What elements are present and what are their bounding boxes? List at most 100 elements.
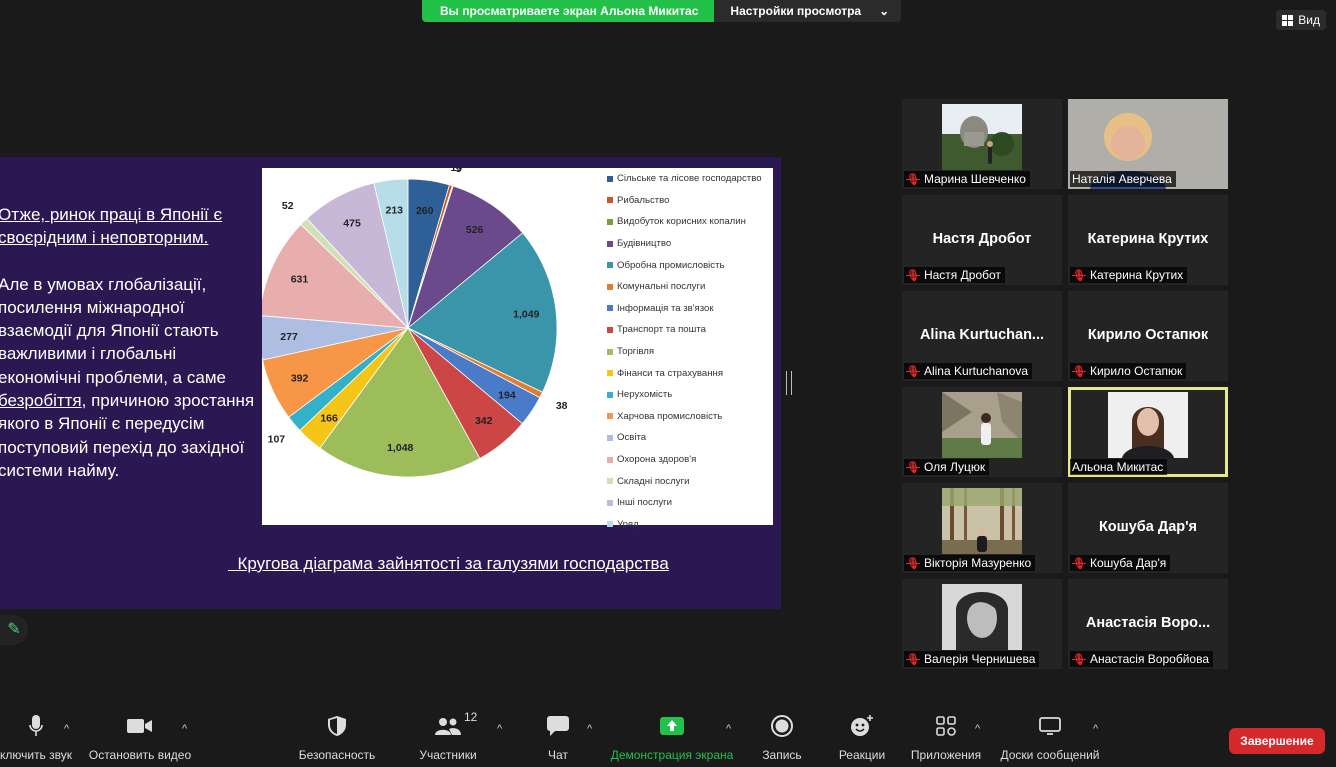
mic-muted-icon: 🎙︎ (1072, 653, 1086, 666)
legend-item: Інші послуги (607, 492, 773, 514)
participant-tile[interactable]: Альона Микитас (1068, 387, 1228, 477)
participant-tile[interactable]: 🎙︎ Оля Луцюк (902, 387, 1062, 477)
legend-swatch (607, 240, 613, 247)
screen-share-banner: Вы просматриваете экран Альона Микитас Н… (422, 0, 902, 22)
mic-muted-icon: 🎙︎ (906, 365, 920, 378)
split-view-handle[interactable] (786, 371, 792, 395)
share-options-caret[interactable]: ^ (726, 723, 731, 735)
legend-item: Освіта (607, 427, 773, 449)
legend-item: Охорона здоров'я (607, 449, 773, 471)
view-settings-label: Настройки просмотра (730, 4, 862, 18)
legend-label: Харчова промисловість (617, 410, 723, 422)
chat-bubble-icon (538, 712, 578, 740)
unmute-button[interactable]: ключить звук (0, 712, 80, 762)
participant-name: Кирило Остапюк (1089, 364, 1183, 378)
legend-item: Сільське та лісове господарство (607, 168, 773, 190)
record-button[interactable]: Запись (758, 712, 806, 762)
slide-paragraph-link: безробіття (0, 391, 82, 411)
participant-name-tag: 🎙︎ Катерина Крутих (1070, 267, 1188, 283)
end-meeting-button[interactable]: Завершение (1229, 728, 1325, 754)
participant-name: Кошуба Дар'я (1089, 556, 1167, 570)
pie-data-label: 194 (498, 389, 516, 401)
security-label: Безопасность (298, 748, 376, 762)
view-button[interactable]: Вид (1276, 10, 1326, 30)
legend-label: Видобуток корисних копалин (617, 216, 746, 228)
apps-button[interactable]: Приложения (906, 712, 986, 762)
legend-item: Рибальство (607, 190, 773, 212)
view-button-label: Вид (1298, 13, 1320, 27)
legend-swatch (607, 305, 613, 312)
apps-label: Приложения (910, 748, 982, 762)
legend-swatch (607, 413, 613, 420)
participant-tile[interactable]: Катерина Крутих 🎙︎ Катерина Крутих (1068, 195, 1228, 285)
chevron-down-icon: ⌄ (879, 4, 890, 18)
shared-screen-slide: Отже, ринок праці в Японії є своєрідним … (0, 157, 781, 609)
participants-button[interactable]: 12 Участники (412, 710, 484, 762)
stop-video-label: Остановить видео (88, 748, 192, 762)
share-screen-icon (608, 712, 736, 740)
apps-icon (906, 712, 986, 740)
participant-display-name: Кирило Остапюк (1087, 327, 1209, 343)
pie-data-label: 631 (291, 274, 309, 286)
whiteboards-button[interactable]: Доски сообщений (996, 712, 1104, 762)
participant-tile[interactable]: 🎙︎ Марина Шевченко (902, 99, 1062, 189)
security-button[interactable]: Безопасность (292, 712, 382, 762)
slide-paragraph: Але в умовах глобалізації, посилення між… (0, 273, 260, 483)
participant-name-tag: 🎙︎ Вікторія Мазуренко (904, 555, 1036, 571)
pie-data-label: 526 (466, 224, 484, 236)
participants-options-caret[interactable]: ^ (497, 723, 502, 735)
pie-chart-image: 260 19 5 526 1,049 38 194 342 1,048 166 107 392 277 6… (258, 162, 773, 530)
participant-video (942, 488, 1022, 554)
legend-item: Складні послуги (607, 470, 773, 492)
video-options-caret[interactable]: ^ (182, 723, 187, 735)
pie-data-label: 475 (343, 218, 361, 230)
chat-label: Чат (548, 748, 568, 762)
pie-data-label: 260 (416, 205, 434, 217)
chat-button[interactable]: Чат (538, 712, 578, 762)
legend-item: Видобуток корисних копалин (607, 211, 773, 233)
record-label: Запись (762, 748, 802, 762)
legend-label: Транспорт та пошта (617, 324, 706, 336)
participant-name: Alina Kurtuchanova (923, 364, 1029, 378)
participant-name: Катерина Крутих (1089, 268, 1184, 282)
participant-tile[interactable]: Alina Kurtuchan... 🎙︎ Alina Kurtuchanova (902, 291, 1062, 381)
participant-tile[interactable]: Анастасія Воро... 🎙︎ Анастасія Воробйова (1068, 579, 1228, 669)
chat-options-caret[interactable]: ^ (587, 723, 592, 735)
apps-options-caret[interactable]: ^ (975, 723, 980, 735)
legend-item: Харчова промисловість (607, 406, 773, 428)
participant-name-tag: 🎙︎ Валерія Чернишева (904, 651, 1040, 667)
audio-options-caret[interactable]: ^ (64, 723, 69, 735)
legend-swatch (607, 499, 613, 506)
legend-item: Нерухомість (607, 384, 773, 406)
pie-data-label: 107 (268, 434, 286, 446)
participant-tile[interactable]: 🎙︎ Валерія Чернишева (902, 579, 1062, 669)
legend-swatch (607, 218, 613, 225)
pie-data-label: 213 (385, 205, 403, 217)
participant-tile[interactable]: Кирило Остапюк 🎙︎ Кирило Остапюк (1068, 291, 1228, 381)
participant-tile[interactable]: Настя Дробот 🎙︎ Настя Дробот (902, 195, 1062, 285)
participant-name: Марина Шевченко (923, 172, 1026, 186)
legend-label: Будівництво (617, 238, 672, 250)
grid-icon (1282, 14, 1294, 26)
view-settings-menu[interactable]: Настройки просмотра ⌄ (714, 0, 902, 22)
mic-muted-icon: 🎙︎ (1072, 557, 1086, 570)
legend-swatch (607, 175, 613, 182)
pie-data-label: 342 (475, 415, 493, 427)
pie-data-label: 277 (280, 331, 298, 343)
participant-tile[interactable]: 🎙︎ Вікторія Мазуренко (902, 483, 1062, 573)
participant-display-name: Кошуба Дар'я (1098, 519, 1198, 535)
participant-tile[interactable]: Кошуба Дар'я 🎙︎ Кошуба Дар'я (1068, 483, 1228, 573)
participant-name-tag: Наталія Аверчева (1070, 171, 1176, 187)
whiteboards-options-caret[interactable]: ^ (1093, 723, 1098, 735)
slide-text: Отже, ринок праці в Японії є своєрідним … (0, 203, 260, 505)
annotate-pencil-icon[interactable]: ✎ (0, 615, 28, 645)
legend-label: Нерухомість (617, 389, 673, 401)
legend-item: Комунальні послуги (607, 276, 773, 298)
pie-data-label: 5 (456, 168, 462, 175)
slide-paragraph-part: Але в умовах глобалізації, посилення між… (0, 274, 226, 387)
stop-video-button[interactable]: Остановить видео (86, 712, 194, 762)
participant-tile[interactable]: Наталія Аверчева (1068, 99, 1228, 189)
legend-label: Фінанси та страхування (617, 367, 724, 379)
reactions-button[interactable]: Реакции (834, 712, 890, 762)
share-screen-button[interactable]: Демонстрация экрана (608, 712, 736, 762)
